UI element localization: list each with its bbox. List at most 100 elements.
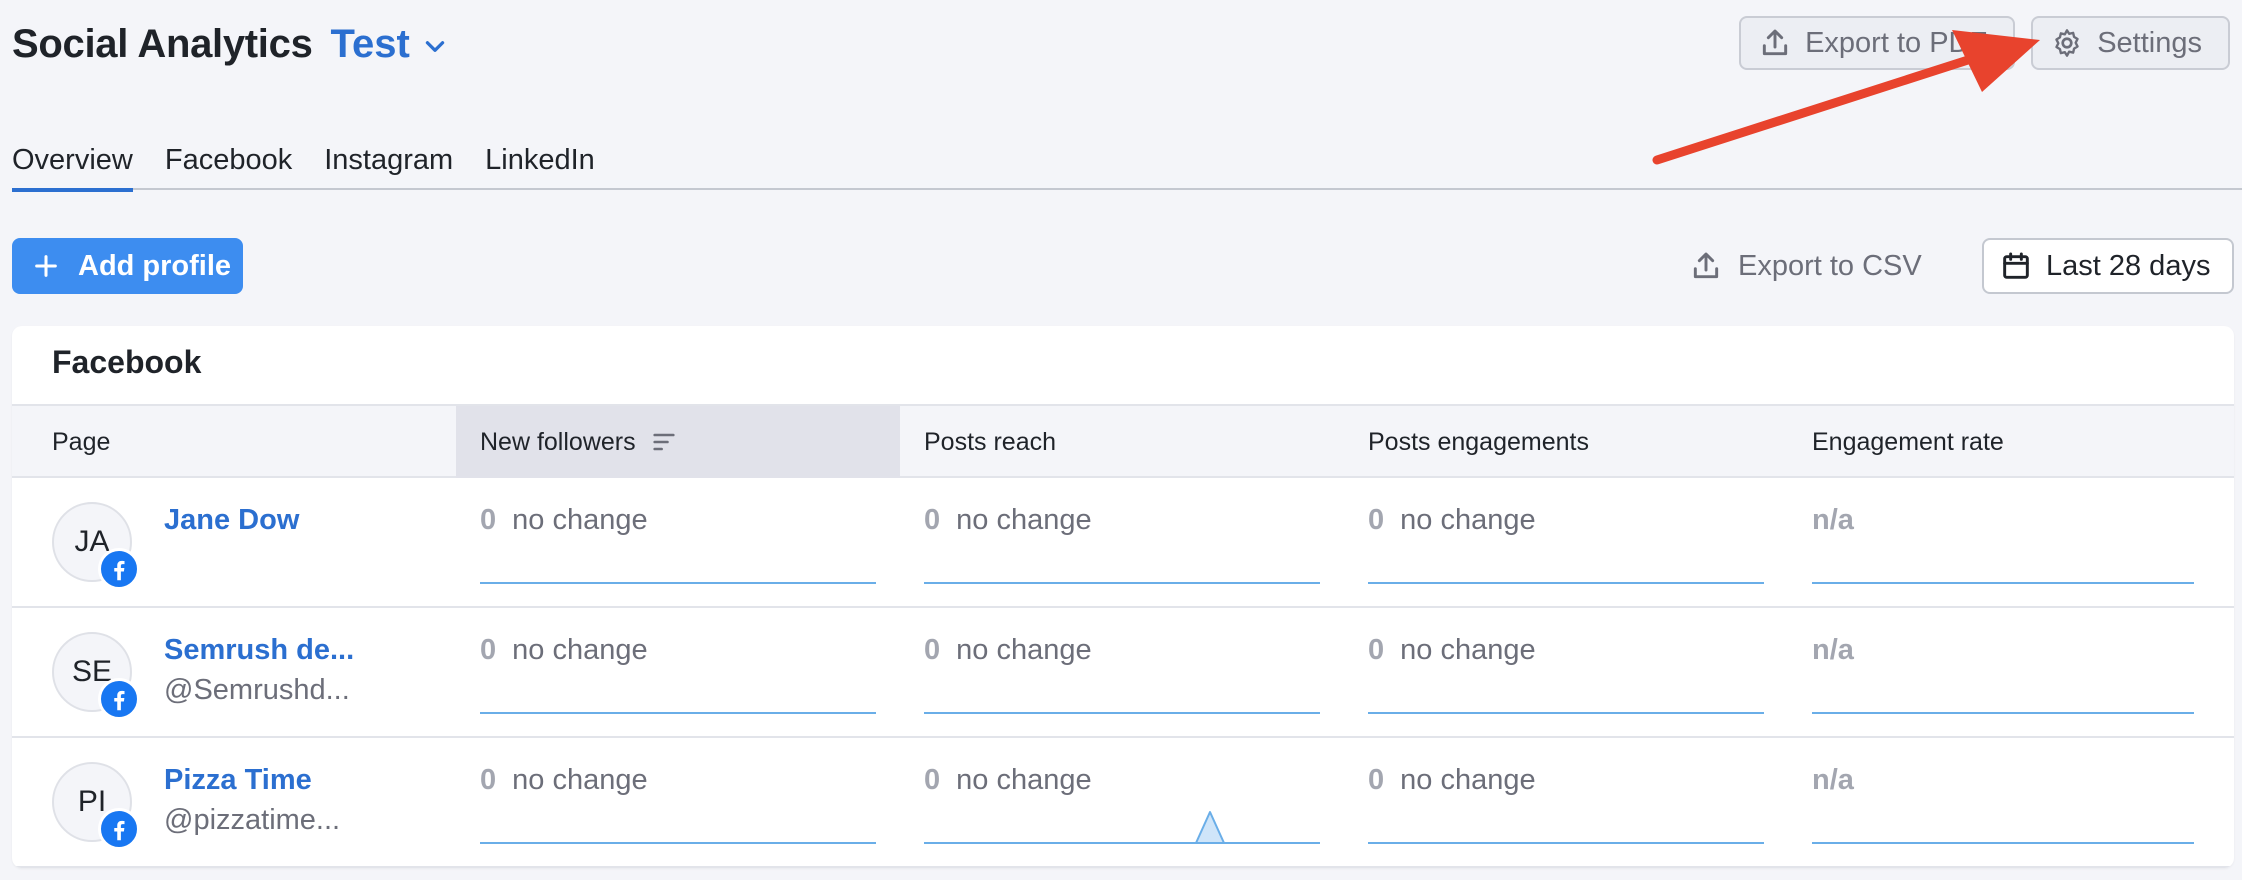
facebook-badge <box>98 808 140 850</box>
new-followers-sparkline <box>480 712 876 714</box>
plus-icon <box>35 255 57 277</box>
app-title: Social Analytics <box>12 21 313 66</box>
profile-name-link[interactable]: Jane Dow <box>164 504 299 537</box>
facebook-icon <box>114 820 125 841</box>
facebook-badge <box>98 548 140 590</box>
posts-reach-cell: 0 no change <box>924 634 1092 667</box>
export-csv-button[interactable]: Export to CSV <box>1690 238 1922 294</box>
engagement-rate-sparkline <box>1812 842 2194 844</box>
upload-icon <box>1762 29 1788 56</box>
metric-value: n/a <box>1812 634 1854 666</box>
facebook-icon <box>114 690 125 711</box>
engagement-rate-cell: n/a <box>1812 504 1854 537</box>
gear-icon <box>2055 29 2079 57</box>
metric-change: no change <box>1400 764 1536 796</box>
facebook-icon <box>114 560 125 581</box>
page-header: Social Analytics Test Export to PDF Sett… <box>12 14 2230 74</box>
column-header-posts-reach[interactable]: Posts reach <box>900 406 1344 478</box>
metric-value: 0 <box>924 634 941 666</box>
tab-bar: Overview Facebook Instagram LinkedIn <box>12 138 2242 192</box>
new-followers-sparkline <box>480 842 876 844</box>
facebook-badge <box>98 678 140 720</box>
new-followers-cell: 0 no change <box>480 504 648 537</box>
column-label: New followers <box>480 427 636 456</box>
table-row: PI Pizza Time @pizzatime... 0 no change … <box>12 738 2234 868</box>
export-pdf-label: Export to PDF <box>1805 26 1988 59</box>
metric-value: 0 <box>480 764 497 796</box>
header-actions: Export to PDF Settings <box>1739 16 2230 70</box>
posts-reach-cell: 0 no change <box>924 504 1092 537</box>
metric-value: 0 <box>924 764 941 796</box>
column-header-posts-engagements[interactable]: Posts engagements <box>1344 406 1788 478</box>
metric-value: 0 <box>480 634 497 666</box>
posts-engagements-sparkline <box>1368 842 1764 844</box>
metric-change: no change <box>1400 504 1536 536</box>
new-followers-sparkline <box>480 582 876 584</box>
project-name: Test <box>330 21 410 66</box>
project-selector[interactable]: Test <box>331 22 448 67</box>
tab-linkedin[interactable]: LinkedIn <box>485 138 595 190</box>
tab-overview[interactable]: Overview <box>12 138 133 192</box>
metric-value: 0 <box>480 504 497 536</box>
engagement-rate-sparkline <box>1812 582 2194 584</box>
metric-change: no change <box>1400 634 1536 666</box>
add-profile-button[interactable]: Add profile <box>12 238 243 294</box>
table-row: SE Semrush de... @Semrushd... 0 no chang… <box>12 608 2234 738</box>
metric-change: no change <box>512 504 648 536</box>
metric-value: 0 <box>924 504 941 536</box>
settings-label: Settings <box>2097 26 2202 59</box>
tab-instagram[interactable]: Instagram <box>324 138 453 190</box>
posts-engagements-cell: 0 no change <box>1368 764 1536 797</box>
column-header-engagement-rate[interactable]: Engagement rate <box>1788 406 2232 478</box>
metric-value: 0 <box>1368 764 1385 796</box>
posts-engagements-sparkline <box>1368 712 1764 714</box>
posts-reach-sparkline <box>924 582 1320 584</box>
profile-name-link[interactable]: Semrush de... <box>164 634 354 667</box>
column-header-new-followers[interactable]: New followers <box>456 406 900 478</box>
metric-change: no change <box>512 764 648 796</box>
export-csv-label: Export to CSV <box>1738 249 1922 282</box>
card-title: Facebook <box>52 344 202 380</box>
posts-engagements-cell: 0 no change <box>1368 504 1536 537</box>
new-followers-cell: 0 no change <box>480 634 648 667</box>
posts-engagements-sparkline <box>1368 582 1764 584</box>
posts-reach-sparkline <box>924 712 1320 714</box>
sort-icon <box>652 433 675 451</box>
add-profile-label: Add profile <box>78 249 232 282</box>
facebook-card: Facebook Page New followers Posts reach … <box>12 326 2234 868</box>
date-range-button[interactable]: Last 28 days <box>1982 238 2234 294</box>
settings-button[interactable]: Settings <box>2031 16 2230 70</box>
profile-name-link[interactable]: Pizza Time <box>164 764 312 797</box>
column-label: Posts reach <box>924 427 1057 456</box>
column-label: Posts engagements <box>1368 427 1589 456</box>
upload-icon <box>1693 252 1719 279</box>
metric-value: n/a <box>1812 764 1854 796</box>
metric-value: 0 <box>1368 504 1385 536</box>
table-header: Page New followers Posts reach Posts eng… <box>12 404 2234 478</box>
profile-handle: @pizzatime... <box>164 804 341 836</box>
metric-change: no change <box>956 504 1092 536</box>
metric-value: n/a <box>1812 504 1854 536</box>
column-label: Page <box>52 427 111 456</box>
calendar-icon <box>2003 252 2029 279</box>
metric-value: 0 <box>1368 634 1385 666</box>
new-followers-cell: 0 no change <box>480 764 648 797</box>
metric-change: no change <box>512 634 648 666</box>
posts-reach-cell: 0 no change <box>924 764 1092 797</box>
title-group: Social Analytics Test <box>12 14 448 74</box>
chevron-down-icon <box>425 41 445 52</box>
engagement-rate-cell: n/a <box>1812 634 1854 667</box>
column-label: Engagement rate <box>1812 427 2004 456</box>
profile-handle: @Semrushd... <box>164 674 350 706</box>
metric-change: no change <box>956 764 1092 796</box>
engagement-rate-sparkline <box>1812 712 2194 714</box>
tab-facebook[interactable]: Facebook <box>165 138 292 190</box>
date-range-label: Last 28 days <box>2046 249 2211 282</box>
posts-engagements-cell: 0 no change <box>1368 634 1536 667</box>
column-header-page: Page <box>28 406 468 478</box>
engagement-rate-cell: n/a <box>1812 764 1854 797</box>
posts-reach-sparkline <box>924 811 1320 844</box>
table-row: JA Jane Dow 0 no change 0 no change 0 no… <box>12 478 2234 608</box>
metric-change: no change <box>956 634 1092 666</box>
export-pdf-button[interactable]: Export to PDF <box>1739 16 2016 70</box>
